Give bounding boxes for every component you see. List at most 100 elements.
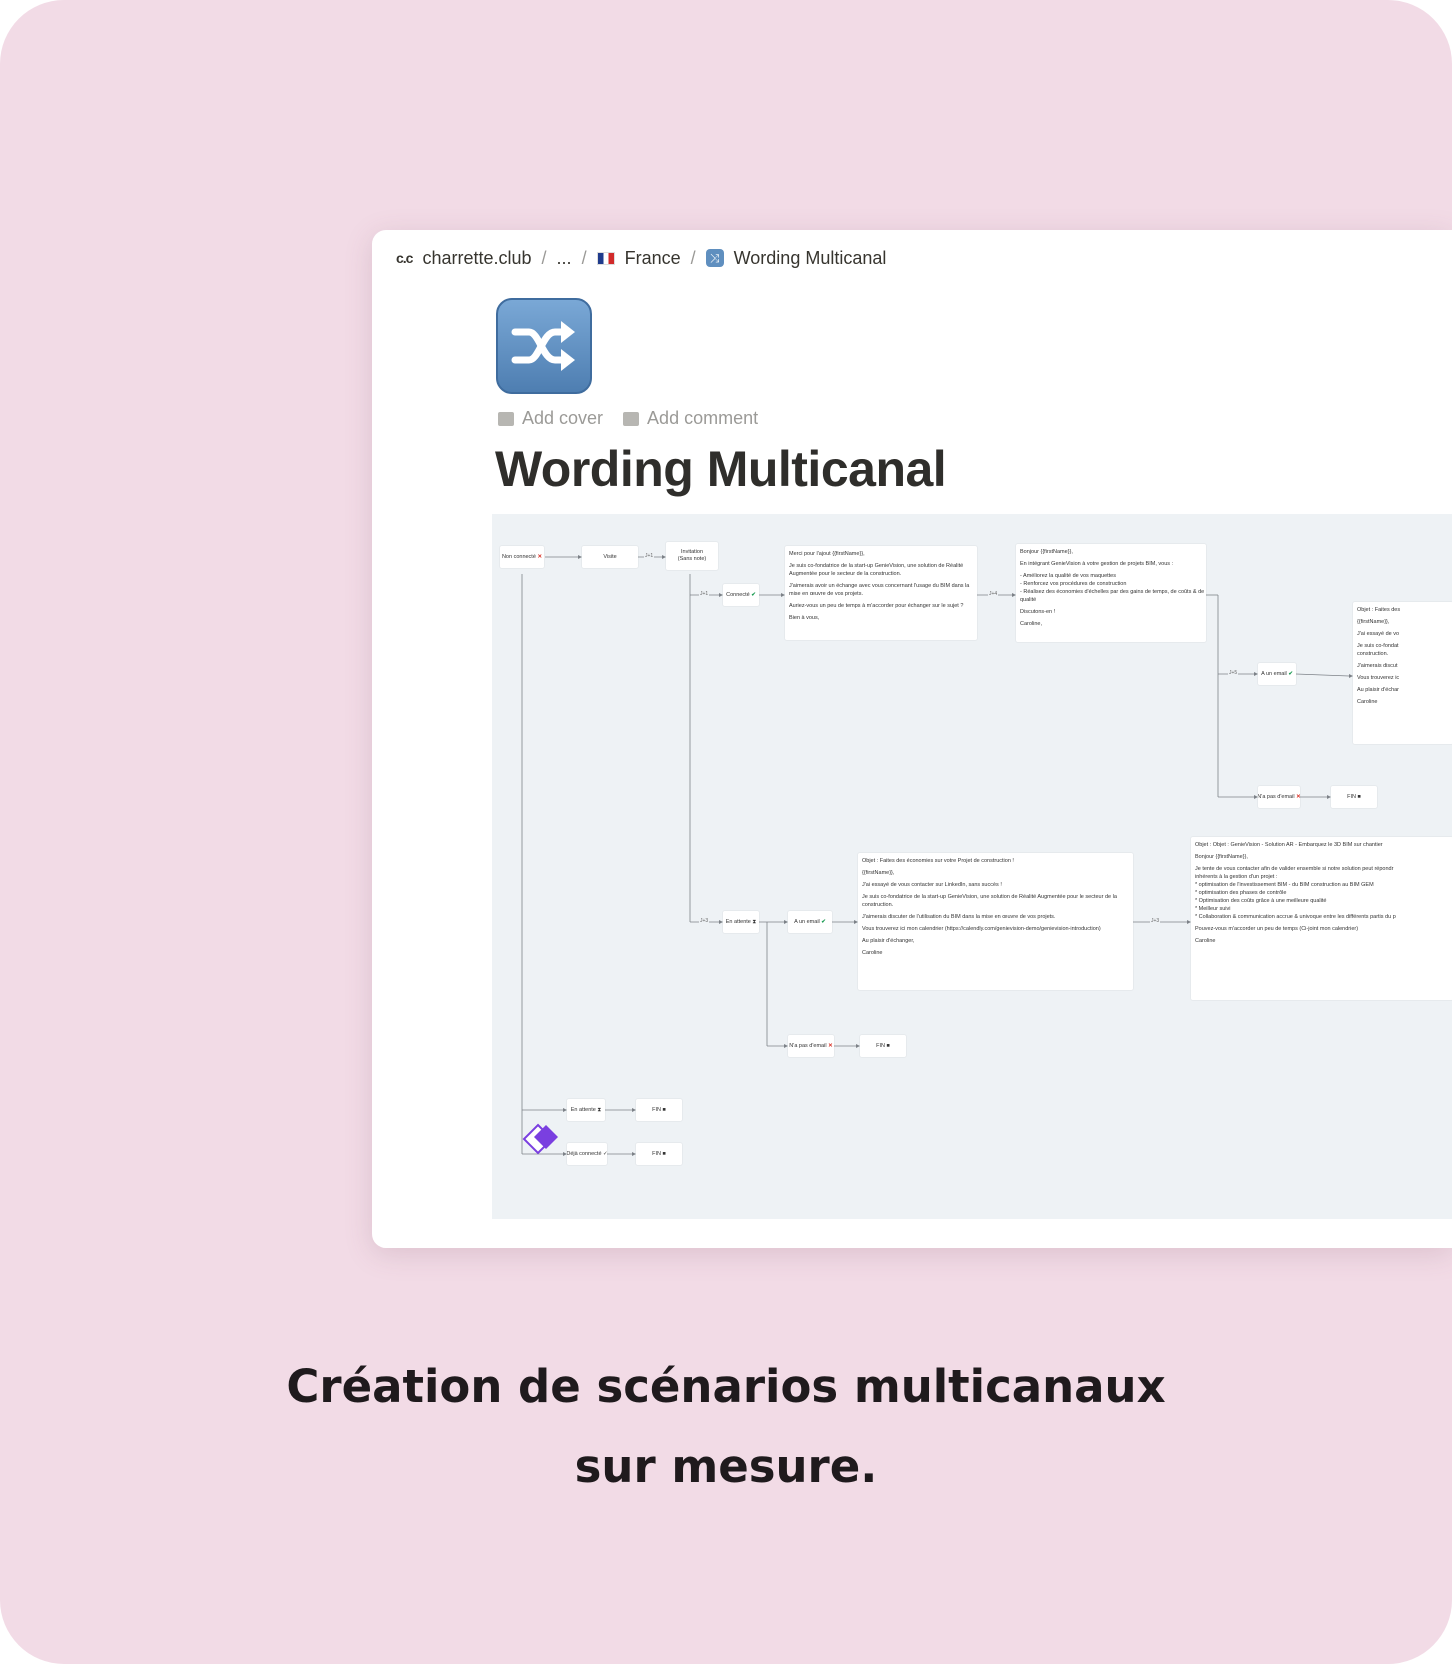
message-line: Objet : Objet : GenieVision - Solution A… <box>1195 842 1383 848</box>
delay-label: J+5 <box>1228 670 1239 676</box>
flow-node[interactable]: Connecté ✔ <box>723 584 759 606</box>
breadcrumb-site[interactable]: charrette.club <box>422 248 531 269</box>
message-line: Objet : Faites des économies sur votre P… <box>862 858 1014 864</box>
delay-label: J+1 <box>644 553 655 559</box>
flow-node[interactable]: FIN ■ <box>636 1099 682 1121</box>
flow-node[interactable]: FIN ■ <box>860 1035 906 1057</box>
end-icon: ■ <box>1357 794 1361 800</box>
node-label: En attente <box>570 1107 596 1113</box>
message-line: Je tente de vous contacter afin de valid… <box>1195 866 1394 872</box>
node-label: Non connecté <box>501 554 536 560</box>
message-line: J'aimerais discut <box>1357 663 1398 669</box>
node-label: A un email <box>1261 671 1287 677</box>
breadcrumb-ellipsis[interactable]: ... <box>557 248 572 269</box>
delay-label: J+1 <box>699 591 710 597</box>
node-label: Déjà connecté <box>567 1151 602 1157</box>
message-line: Au plaisir d'échanger, <box>862 938 915 944</box>
add-comment-button[interactable]: Add comment <box>623 408 758 429</box>
flow-node[interactable]: Visite <box>582 546 638 568</box>
flow-node[interactable]: N'a pas d'email ✕ <box>1258 786 1300 808</box>
promo-card: c.c charrette.club / ... / France / ⤨ Wo… <box>0 0 1452 1664</box>
flow-node[interactable]: Déjà connecté ✓ <box>567 1143 607 1165</box>
message-card-linkedin-1[interactable]: Merci pour l'ajout {{firstName}}, Je sui… <box>785 546 977 640</box>
caption-line-1: Création de scénarios multicanaux <box>286 1360 1166 1413</box>
end-icon: ■ <box>662 1107 666 1113</box>
breadcrumb-separator: / <box>690 247 696 268</box>
message-line: {{firstName}}, <box>1357 619 1390 625</box>
message-card-email-1[interactable]: Objet : Faites des {{firstName}}, J'ai e… <box>1353 602 1452 744</box>
delay-label: J+4 <box>988 591 999 597</box>
notion-page-window: c.c charrette.club / ... / France / ⤨ Wo… <box>372 230 1452 1248</box>
message-line: Caroline <box>862 950 883 956</box>
flow-node[interactable]: FIN ■ <box>636 1143 682 1165</box>
flow-diagram-embed[interactable]: J+1 J+1 J+4 J+5 J+3 J+3 Non connecté ✕ V… <box>492 514 1452 1219</box>
flow-node[interactable]: A un email ✔ <box>1258 663 1296 685</box>
image-icon <box>498 411 514 426</box>
flow-node[interactable]: N'a pas d'email ✕ <box>788 1035 834 1057</box>
node-label: Visite <box>603 554 617 560</box>
message-line: Vous trouverez ic <box>1357 675 1400 681</box>
hourglass-icon: ⧗ <box>597 1107 602 1113</box>
breadcrumb: c.c charrette.club / ... / France / ⤨ Wo… <box>396 244 886 272</box>
message-line: qualité <box>1020 597 1037 603</box>
message-line: Discutons-en ! <box>1020 609 1056 615</box>
flow-node[interactable]: Non connecté ✕ <box>500 546 544 568</box>
message-line: * optimisation de l'investissement BIM -… <box>1195 882 1374 888</box>
diamond-logo-icon <box>522 1123 558 1155</box>
breadcrumb-page[interactable]: Wording Multicanal <box>734 248 887 269</box>
message-line: En intégrant GenieVision à votre gestion… <box>1020 561 1174 567</box>
message-line: J'aimerais avoir un échange avec vous co… <box>789 583 970 589</box>
message-line: * Meilleur suivi <box>1195 906 1231 912</box>
message-line: Objet : Faites des <box>1357 607 1401 613</box>
end-icon: ■ <box>662 1151 666 1157</box>
node-label: FIN <box>1347 794 1356 800</box>
add-comment-label: Add comment <box>647 408 759 428</box>
message-line: Merci pour l'ajout {{firstName}}, <box>789 551 865 557</box>
node-label: FIN <box>652 1151 661 1157</box>
flow-node[interactable]: En attente ⧗ <box>567 1099 605 1121</box>
shuffle-icon[interactable] <box>496 298 592 394</box>
node-label: FIN <box>652 1107 661 1113</box>
message-line: - Améliorez la qualité de vos maquettes <box>1020 573 1116 579</box>
breadcrumb-separator: / <box>581 247 587 268</box>
message-line: Vous trouverez ici mon calendrier (https… <box>862 926 1101 932</box>
message-line: inhérents à la gestion d'un projet : <box>1195 874 1278 880</box>
message-line: * optimisation des phases de contrôle <box>1195 890 1287 896</box>
breadcrumb-separator: / <box>541 247 547 268</box>
flow-node[interactable]: FIN ■ <box>1331 786 1377 808</box>
message-line: J'ai essayé de vous contacter sur Linked… <box>862 882 1002 888</box>
page-title[interactable]: Wording Multicanal <box>495 440 947 498</box>
delay-label: J+3 <box>1150 918 1161 924</box>
message-line: {{firstName}}, <box>862 870 895 876</box>
message-line: - Renforcez vos procédures de constructi… <box>1020 581 1127 587</box>
node-label: (Sans note) <box>677 556 707 562</box>
message-card-email-3[interactable]: Objet : Objet : GenieVision - Solution A… <box>1191 837 1452 1000</box>
add-cover-button[interactable]: Add cover <box>498 408 603 429</box>
message-line: * Collaboration & communication accrue &… <box>1195 914 1396 920</box>
message-line: J'ai essayé de vo <box>1357 631 1400 637</box>
page-actions: Add cover Add comment <box>498 408 758 429</box>
cross-icon: ✕ <box>828 1043 833 1049</box>
message-card-linkedin-2[interactable]: Bonjour {{firstName}}, En intégrant Geni… <box>1016 544 1206 642</box>
node-label: N'a pas d'email <box>1258 794 1295 800</box>
breadcrumb-country[interactable]: France <box>625 248 681 269</box>
check-icon: ✔ <box>751 592 756 598</box>
message-line: * Optimisation des coûts grâce à une mei… <box>1195 898 1327 904</box>
node-label: FIN <box>876 1043 885 1049</box>
message-line: Pouvez-vous m'accorder un peu de temps (… <box>1195 926 1359 932</box>
caption-line-2: sur mesure. <box>574 1440 878 1493</box>
message-card-email-2[interactable]: Objet : Faites des économies sur votre P… <box>858 853 1133 990</box>
message-line: Je suis co-fondatrice de la start-up Gen… <box>789 563 964 569</box>
flow-node[interactable]: En attente ⧗ <box>723 911 759 933</box>
flow-node[interactable]: A un email ✔ <box>788 911 832 933</box>
message-line: Bien à vous, <box>789 615 820 621</box>
check-icon: ✓ <box>603 1151 607 1157</box>
cross-icon: ✕ <box>1296 794 1300 800</box>
site-logo[interactable]: c.c <box>396 250 413 266</box>
message-line: Au plaisir d'échar <box>1357 687 1400 693</box>
message-line: Je suis co-fondatrice de la start-up Gen… <box>862 894 1117 900</box>
node-label: Connecté <box>726 592 750 598</box>
flow-node[interactable]: Invitation (Sans note) <box>666 542 718 570</box>
message-line: construction. <box>1357 651 1389 657</box>
france-flag-icon <box>596 251 615 265</box>
